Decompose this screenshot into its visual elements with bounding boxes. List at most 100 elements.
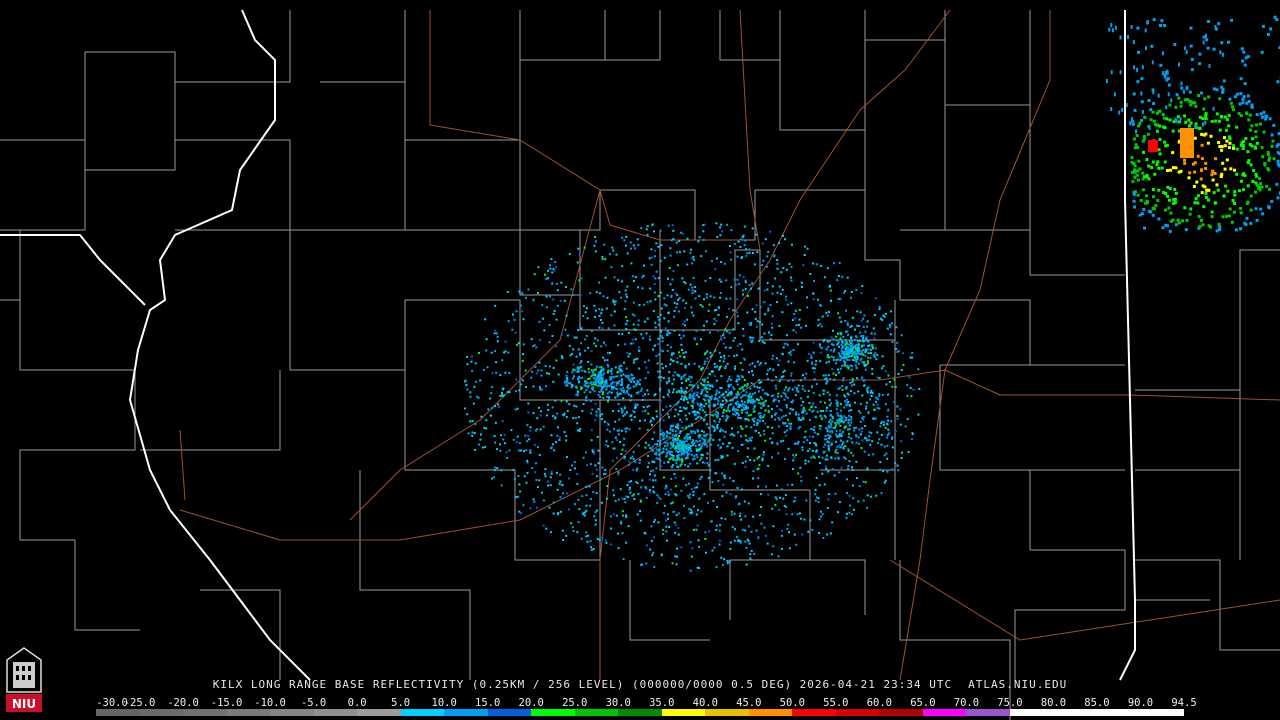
echo-pixel [684,463,686,466]
echo-pixel [899,423,902,426]
echo-pixel [810,386,813,389]
echo-pixel [617,433,620,436]
echo-pixel [529,429,532,432]
echo-pixel [710,398,713,401]
echo-pixel [1267,206,1271,210]
echo-pixel [1222,79,1226,83]
echo-pixel [676,251,678,254]
echo-pixel [659,440,661,443]
echo-pixel [767,251,770,253]
echo-pixel [842,379,844,382]
echo-pixel [760,336,763,339]
echo-pixel [738,417,741,419]
echo-pixel [1223,115,1227,119]
echo-pixel [852,497,855,500]
echo-pixel [740,409,743,412]
echo-pixel [747,414,750,417]
echo-pixel [588,377,591,380]
echo-pixel [762,416,765,419]
echo-pixel [757,535,760,538]
echo-pixel [683,447,686,450]
echo-pixel [747,371,750,374]
scale-swatch [139,709,184,716]
echo-pixel [753,552,756,555]
echo-pixel [813,367,816,370]
echo-pixel [1151,188,1155,191]
echo-pixel [711,370,714,373]
echo-pixel [815,477,818,479]
echo-pixel [694,290,697,293]
echo-pixel [747,395,750,398]
echo-pixel [589,463,592,466]
echo-pixel [653,283,656,285]
echo-pixel [661,451,663,454]
echo-pixel [847,421,850,424]
echo-pixel [584,349,586,352]
echo-pixel [780,409,783,412]
echo-pixel [475,380,477,383]
echo-pixel [1235,125,1239,129]
echo-pixel [1201,223,1205,227]
echo-pixel [714,349,717,352]
echo-pixel [672,378,675,381]
echo-pixel [666,442,669,445]
echo-pixel [1276,196,1280,200]
echo-pixel [702,230,705,233]
echo-pixel [884,370,887,373]
echo-pixel [631,455,634,458]
echo-pixel [890,310,892,313]
echo-pixel [623,497,626,500]
echo-pixel [1226,189,1230,193]
echo-pixel [757,477,760,480]
echo-pixel [784,494,787,497]
echo-pixel [729,251,732,254]
echo-pixel [673,447,676,450]
echo-pixel [757,390,760,393]
echo-pixel [709,351,712,354]
echo-pixel [685,425,688,428]
echo-pixel [1212,87,1216,91]
echo-pixel [1154,204,1158,208]
echo-pixel [625,367,628,370]
echo-pixel [703,324,705,327]
echo-pixel [823,276,826,279]
echo-pixel [828,311,830,313]
echo-pixel [583,391,586,394]
echo-pixel [614,310,616,313]
echo-pixel [1214,25,1217,29]
echo-pixel [845,309,847,312]
echo-pixel [692,528,695,531]
echo-pixel [739,238,742,241]
echo-pixel [735,378,738,381]
echo-pixel [652,479,655,482]
echo-pixel [678,251,681,254]
echo-pixel [1270,133,1274,137]
echo-pixel [605,541,608,544]
echo-pixel [600,418,603,421]
echo-pixel [677,375,680,378]
echo-pixel [725,297,728,300]
echo-pixel [625,316,628,319]
echo-pixel [797,343,799,346]
echo-pixel [489,397,492,400]
echo-pixel [862,335,865,337]
echo-pixel [628,378,631,381]
echo-pixel [819,323,822,326]
echo-pixel [680,453,683,456]
echo-pixel [814,431,817,434]
echo-pixel [719,292,722,294]
echo-pixel [856,377,859,380]
echo-pixel [518,510,521,513]
echo-pixel [684,444,687,447]
echo-pixel [628,463,631,466]
echo-pixel [795,331,798,334]
echo-pixel [780,534,783,537]
echo-pixel [785,429,788,432]
echo-pixel [648,257,651,260]
echo-pixel [1145,194,1148,198]
echo-pixel [565,374,568,377]
echo-pixel [612,301,615,304]
echo-pixel [742,408,745,411]
echo-pixel [893,400,896,403]
echo-pixel [517,475,520,477]
